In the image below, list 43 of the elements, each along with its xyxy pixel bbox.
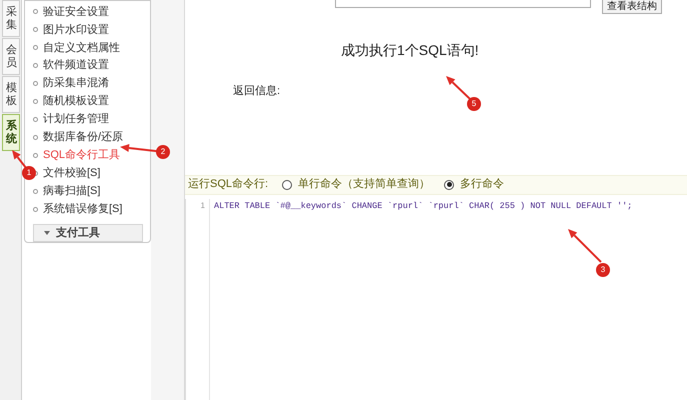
bullet-icon: [33, 134, 38, 140]
code-line: ALTER TABLE `#@__keywords` CHANGE `rpurl` `rpurl` CHAR( 255 ) NOT NULL DEFAULT '';: [214, 200, 632, 212]
caret-icon: [44, 231, 50, 236]
step-marker: 1: [22, 166, 36, 180]
menu-item[interactable]: 数据库备份/还原: [43, 129, 124, 146]
side-tab[interactable]: 会员: [2, 38, 20, 75]
side-tab[interactable]: 模板: [2, 76, 20, 113]
menu-item[interactable]: 防采集串混淆: [43, 75, 109, 92]
menu-item[interactable]: 随机模板设置: [43, 93, 109, 110]
radio-option[interactable]: 单行命令（支持简单查询）: [282, 176, 430, 193]
return-info-label: 返回信息:: [233, 84, 280, 99]
bullet-icon: [33, 9, 38, 14]
bullet-icon: [33, 99, 38, 104]
bullet-icon: [33, 45, 38, 50]
menu-item[interactable]: 计划任务管理: [43, 111, 109, 128]
bullet-icon: [33, 27, 38, 32]
radio-option[interactable]: 多行命令: [444, 176, 504, 193]
line-number: 1: [200, 200, 205, 212]
bullet-icon: [33, 81, 38, 86]
arrow-icon: [568, 229, 602, 263]
menu-item[interactable]: 软件频道设置: [43, 57, 109, 74]
bullet-icon: [33, 116, 38, 122]
bullet-icon: [33, 206, 38, 212]
result-message: 成功执行1个SQL语句!: [341, 41, 479, 60]
view-structure-button[interactable]: 查看表结构: [602, 0, 662, 14]
menu-item[interactable]: 图片水印设置: [43, 22, 109, 38]
step-marker: 3: [596, 263, 610, 277]
menu-item[interactable]: 病毒扫描[S]: [43, 182, 100, 200]
menu-item[interactable]: 文件校验[S]: [43, 165, 100, 182]
menu-item[interactable]: 自定义文档属性: [43, 40, 120, 56]
bullet-icon: [33, 63, 38, 68]
table-select[interactable]: [335, 0, 591, 8]
menu-item[interactable]: 系统错误修复[S]: [43, 200, 122, 218]
menu-item[interactable]: 验证安全设置: [43, 4, 109, 20]
group-button[interactable]: 支付工具: [33, 224, 143, 242]
bullet-icon: [33, 152, 38, 158]
menu-item[interactable]: SQL命令行工具: [43, 147, 120, 164]
step-marker: 5: [467, 97, 481, 111]
side-tab[interactable]: 系统: [2, 114, 20, 151]
run-mode-label: 运行SQL命令行:: [188, 177, 268, 192]
bullet-icon: [33, 188, 38, 194]
side-tab[interactable]: 采集: [2, 0, 20, 37]
arrow-icon: [446, 76, 471, 100]
